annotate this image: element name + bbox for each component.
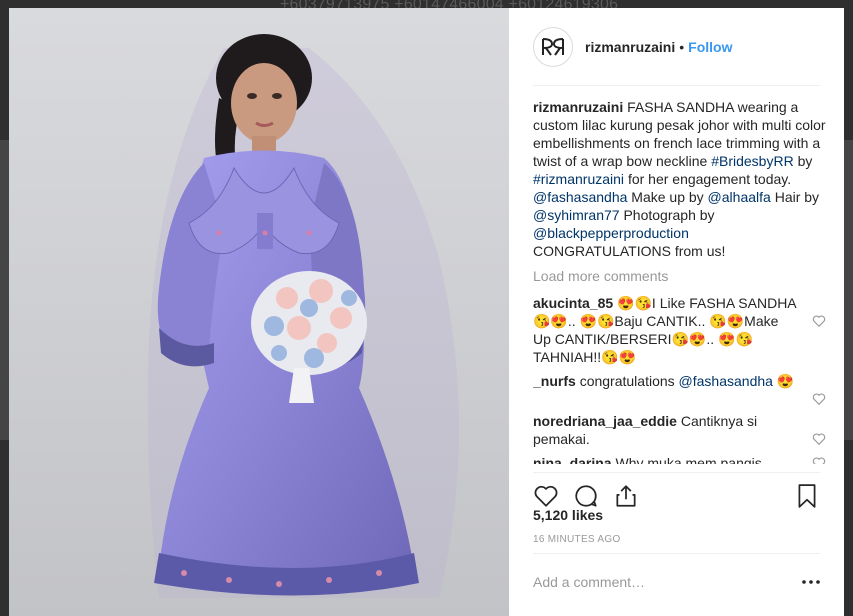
- share-icon[interactable]: [613, 483, 639, 509]
- more-options-icon[interactable]: [802, 579, 820, 584]
- separator-dot: •: [679, 38, 685, 55]
- avatar[interactable]: [533, 26, 573, 67]
- hashtag-link[interactable]: #rizmanruzaini: [533, 171, 624, 187]
- caption-text: CONGRATULATIONS from us!: [533, 243, 726, 259]
- post-timestamp[interactable]: 16 MINUTES AGO: [533, 534, 621, 545]
- comment-bubble-icon[interactable]: [573, 483, 599, 509]
- comment-item: nina_darina Why muka mem pangis...: [533, 454, 826, 464]
- post-header: rizmanruzaini • Follow: [533, 8, 820, 86]
- mention-link[interactable]: @fashasandha: [679, 373, 773, 389]
- caption-username[interactable]: rizmanruzaini: [533, 99, 623, 115]
- add-comment-bar: [533, 553, 820, 609]
- comment-text: 😍: [776, 373, 795, 389]
- like-comment-heart-icon[interactable]: [812, 432, 826, 446]
- caption-text: Make up by: [631, 189, 704, 205]
- follow-button[interactable]: Follow: [688, 39, 732, 55]
- comment-text: congratulations: [579, 373, 675, 389]
- comment-username[interactable]: akucinta_85: [533, 295, 613, 311]
- comment-username[interactable]: noredriana_jaa_eddie: [533, 413, 677, 429]
- caption-text: for her engagement today.: [627, 171, 792, 187]
- like-comment-heart-icon[interactable]: [812, 456, 826, 464]
- load-more-comments-button[interactable]: Load more comments: [533, 267, 826, 285]
- rr-logo-icon: [542, 37, 564, 56]
- like-heart-icon[interactable]: [533, 483, 559, 509]
- like-comment-heart-icon[interactable]: [812, 314, 826, 328]
- caption-text: Hair by: [774, 189, 820, 205]
- post-caption: rizmanruzaini FASHA SANDHA wearing a cus…: [533, 98, 826, 260]
- mention-link[interactable]: @blackpepperproduction: [533, 225, 689, 241]
- bride-illustration: [147, 34, 459, 598]
- likes-count[interactable]: 5,120 likes: [533, 507, 603, 523]
- post-author-username[interactable]: rizmanruzaini: [585, 39, 675, 55]
- post-modal: rizmanruzaini • Follow rizmanruzaini FAS…: [9, 8, 844, 616]
- comment-username[interactable]: _nurfs: [533, 373, 576, 389]
- comment-item: akucinta_85 😍😘I Like FASHA SANDHA😘😍.. 😍😘…: [533, 294, 826, 366]
- comment-item: _nurfs congratulations @fashasandha 😍: [533, 372, 826, 406]
- comment-item: noredriana_jaa_eddie Cantiknya si pemaka…: [533, 412, 826, 448]
- comment-text: Why muka mem pangis...: [615, 455, 774, 464]
- background-tile: [844, 140, 853, 440]
- background-tile: [0, 140, 9, 440]
- caption-text: by: [797, 153, 813, 169]
- mention-link[interactable]: @fashasandha: [533, 189, 627, 205]
- post-actions-bar: [533, 472, 820, 512]
- comment-username[interactable]: nina_darina: [533, 455, 612, 464]
- post-side-panel: rizmanruzaini • Follow rizmanruzaini FAS…: [509, 8, 844, 616]
- hashtag-link[interactable]: #BridesbyRR: [711, 153, 793, 169]
- caption-text: Photograph by: [623, 207, 715, 223]
- mention-link[interactable]: @alhaalfa: [708, 189, 771, 205]
- like-comment-heart-icon[interactable]: [812, 392, 826, 406]
- bookmark-icon[interactable]: [794, 483, 820, 509]
- mention-link[interactable]: @syhimran77: [533, 207, 620, 223]
- comment-input[interactable]: [533, 573, 802, 590]
- post-photo[interactable]: [9, 8, 509, 616]
- comments-list[interactable]: rizmanruzaini FASHA SANDHA wearing a cus…: [533, 98, 826, 464]
